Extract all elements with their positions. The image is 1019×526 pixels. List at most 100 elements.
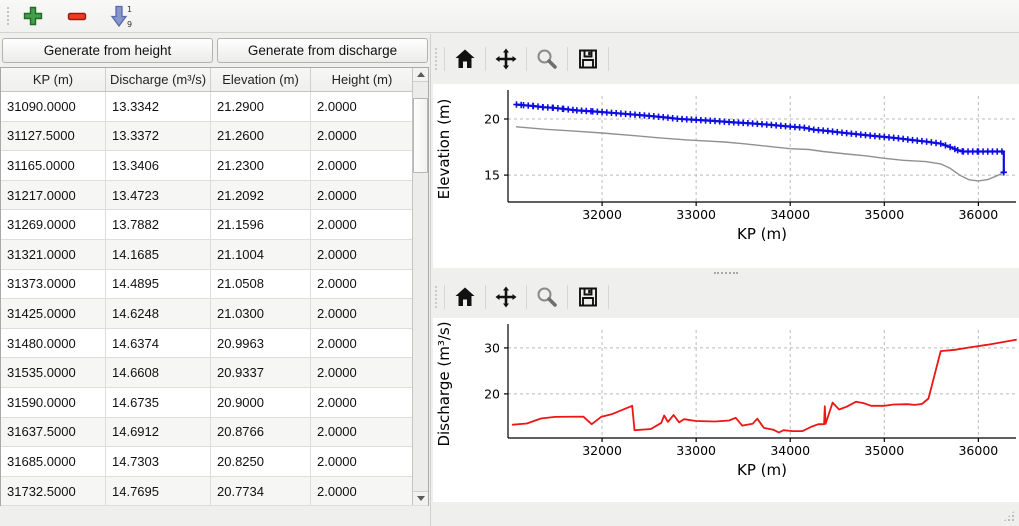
svg-text:20: 20 (484, 111, 500, 126)
remove-row-button[interactable] (62, 2, 92, 30)
table-cell[interactable]: 21.1004 (211, 240, 311, 269)
table-row[interactable]: 31165.000013.340621.23002.0000 (1, 151, 428, 181)
table-cell[interactable]: 20.8250 (211, 447, 311, 476)
table-cell[interactable]: 31732.5000 (1, 477, 106, 506)
table-row[interactable]: 31373.000014.489521.05082.0000 (1, 270, 428, 300)
table-row[interactable]: 31732.500014.769520.77342.0000 (1, 477, 428, 507)
svg-text:33000: 33000 (676, 207, 716, 222)
table-cell[interactable]: 31590.0000 (1, 388, 106, 417)
table-cell[interactable]: 14.7303 (106, 447, 211, 476)
add-row-button[interactable] (18, 2, 48, 30)
table-scrollbar[interactable] (412, 68, 428, 505)
table-cell[interactable]: 31269.0000 (1, 210, 106, 239)
table-cell[interactable]: 14.6608 (106, 358, 211, 387)
table-cell[interactable]: 2.0000 (311, 240, 414, 269)
table-row[interactable]: 31480.000014.637420.99632.0000 (1, 329, 428, 359)
table-cell[interactable]: 31425.0000 (1, 299, 106, 328)
table-header-row: KP (m)Discharge (m³/s)Elevation (m)Heigh… (1, 68, 428, 92)
column-header[interactable]: Elevation (m) (211, 68, 311, 91)
table-cell[interactable]: 2.0000 (311, 210, 414, 239)
generate-from-height-button[interactable]: Generate from height (2, 38, 213, 63)
table-cell[interactable]: 31165.0000 (1, 151, 106, 180)
home-button[interactable] (445, 280, 485, 314)
table-cell[interactable]: 14.6248 (106, 299, 211, 328)
svg-text:33000: 33000 (676, 443, 716, 458)
table-cell[interactable]: 20.9000 (211, 388, 311, 417)
table-row[interactable]: 31425.000014.624821.03002.0000 (1, 299, 428, 329)
table-cell[interactable]: 2.0000 (311, 418, 414, 447)
column-header[interactable]: Height (m) (311, 68, 414, 91)
pan-button[interactable] (486, 42, 526, 76)
table-cell[interactable]: 14.4895 (106, 270, 211, 299)
table-cell[interactable]: 31480.0000 (1, 329, 106, 358)
table-row[interactable]: 31090.000013.334221.29002.0000 (1, 92, 428, 122)
table-cell[interactable]: 2.0000 (311, 358, 414, 387)
table-cell[interactable]: 20.9963 (211, 329, 311, 358)
table-cell[interactable]: 14.7695 (106, 477, 211, 506)
table-cell[interactable]: 14.1685 (106, 240, 211, 269)
table-cell[interactable]: 21.0300 (211, 299, 311, 328)
table-row[interactable]: 31637.500014.691220.87662.0000 (1, 418, 428, 448)
table-cell[interactable]: 2.0000 (311, 477, 414, 506)
table-cell[interactable]: 13.3342 (106, 92, 211, 121)
column-header[interactable]: Discharge (m³/s) (106, 68, 211, 91)
table-cell[interactable]: 31535.0000 (1, 358, 106, 387)
table-cell[interactable]: 20.9337 (211, 358, 311, 387)
scroll-down-button[interactable] (413, 491, 428, 505)
table-row[interactable]: 31590.000014.673520.90002.0000 (1, 388, 428, 418)
plot-toolbar-drag-handle[interactable] (434, 285, 438, 309)
table-cell[interactable]: 13.4723 (106, 181, 211, 210)
table-cell[interactable]: 21.2092 (211, 181, 311, 210)
table-row[interactable]: 31321.000014.168521.10042.0000 (1, 240, 428, 270)
table-cell[interactable]: 31217.0000 (1, 181, 106, 210)
table-cell[interactable]: 13.3406 (106, 151, 211, 180)
table-cell[interactable]: 31685.0000 (1, 447, 106, 476)
scrollbar-thumb[interactable] (413, 98, 428, 173)
zoom-button[interactable] (527, 280, 567, 314)
zoom-button[interactable] (527, 42, 567, 76)
table-cell[interactable]: 13.3372 (106, 122, 211, 151)
table-cell[interactable]: 2.0000 (311, 122, 414, 151)
table-cell[interactable]: 2.0000 (311, 447, 414, 476)
scroll-up-button[interactable] (413, 68, 428, 82)
sort-rows-button[interactable]: 1 9 (106, 2, 136, 30)
table-cell[interactable]: 2.0000 (311, 151, 414, 180)
toolbar-drag-handle[interactable] (6, 6, 10, 26)
elevation-chart[interactable]: 32000330003400035000360001520KP (m)Eleva… (433, 84, 1019, 268)
table-cell[interactable]: 14.6374 (106, 329, 211, 358)
table-cell[interactable]: 2.0000 (311, 92, 414, 121)
table-cell[interactable]: 13.7882 (106, 210, 211, 239)
save-button[interactable] (568, 280, 608, 314)
table-cell[interactable]: 14.6912 (106, 418, 211, 447)
table-cell[interactable]: 31637.5000 (1, 418, 106, 447)
table-cell[interactable]: 31321.0000 (1, 240, 106, 269)
table-cell[interactable]: 31373.0000 (1, 270, 106, 299)
table-cell[interactable]: 14.6735 (106, 388, 211, 417)
home-button[interactable] (445, 42, 485, 76)
table-cell[interactable]: 21.2600 (211, 122, 311, 151)
table-cell[interactable]: 31090.0000 (1, 92, 106, 121)
table-row[interactable]: 31127.500013.337221.26002.0000 (1, 122, 428, 152)
table-cell[interactable]: 2.0000 (311, 270, 414, 299)
table-row[interactable]: 31217.000013.472321.20922.0000 (1, 181, 428, 211)
table-cell[interactable]: 21.2900 (211, 92, 311, 121)
table-row[interactable]: 31269.000013.788221.15962.0000 (1, 210, 428, 240)
table-row[interactable]: 31685.000014.730320.82502.0000 (1, 447, 428, 477)
table-cell[interactable]: 31127.5000 (1, 122, 106, 151)
discharge-chart[interactable]: 32000330003400035000360002030KP (m)Disch… (433, 318, 1019, 502)
table-cell[interactable]: 2.0000 (311, 388, 414, 417)
table-cell[interactable]: 2.0000 (311, 329, 414, 358)
table-cell[interactable]: 2.0000 (311, 181, 414, 210)
column-header[interactable]: KP (m) (1, 68, 106, 91)
table-cell[interactable]: 2.0000 (311, 299, 414, 328)
table-cell[interactable]: 21.2300 (211, 151, 311, 180)
table-cell[interactable]: 21.0508 (211, 270, 311, 299)
table-cell[interactable]: 21.1596 (211, 210, 311, 239)
table-row[interactable]: 31535.000014.660820.93372.0000 (1, 358, 428, 388)
table-cell[interactable]: 20.8766 (211, 418, 311, 447)
table-cell[interactable]: 20.7734 (211, 477, 311, 506)
save-button[interactable] (568, 42, 608, 76)
plot-toolbar-drag-handle[interactable] (434, 47, 438, 71)
pan-button[interactable] (486, 280, 526, 314)
generate-from-discharge-button[interactable]: Generate from discharge (217, 38, 428, 63)
